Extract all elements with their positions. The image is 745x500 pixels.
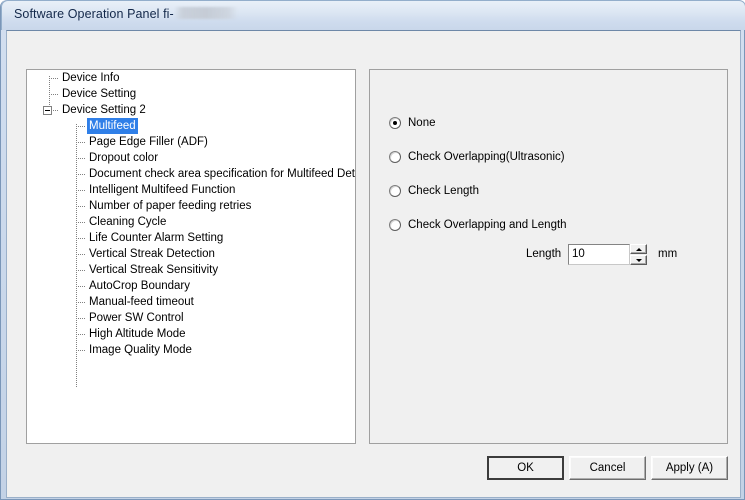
tree-item-document-check-area-specification-for-multifeed-detection[interactable]: Document check area specification for Mu… — [27, 166, 355, 182]
tree-item-label: Device Setting 2 — [62, 104, 146, 116]
tree-connector-line — [76, 238, 86, 239]
tree-connector-line — [76, 174, 86, 175]
length-unit-label: mm — [658, 248, 678, 260]
tree-connector-line — [76, 254, 86, 255]
radio-button-icon[interactable] — [389, 185, 401, 197]
tree-connector-line — [76, 334, 86, 335]
tree-item-vertical-streak-detection[interactable]: Vertical Streak Detection — [27, 246, 355, 262]
radio-button-icon[interactable] — [389, 151, 401, 163]
application-window: Software Operation Panel fi- Device Info… — [0, 0, 745, 500]
tree-connector-line — [49, 78, 59, 79]
tree-item-label: Page Edge Filler (ADF) — [89, 136, 208, 148]
tree-collapse-icon[interactable] — [43, 106, 52, 115]
chevron-up-icon — [636, 248, 642, 251]
length-decrement-button[interactable] — [630, 255, 647, 265]
tree-item-label: Life Counter Alarm Setting — [89, 232, 224, 244]
tree-connector-line — [76, 142, 86, 143]
chevron-down-icon — [636, 259, 642, 262]
radio-option-label: Check Length — [408, 185, 479, 197]
tree-item-label: Document check area specification for Mu… — [89, 168, 356, 180]
tree-item-manual-feed-timeout[interactable]: Manual-feed timeout — [27, 294, 355, 310]
tree-item-high-altitude-mode[interactable]: High Altitude Mode — [27, 326, 355, 342]
tree-item-power-sw-control[interactable]: Power SW Control — [27, 310, 355, 326]
tree-item-label: High Altitude Mode — [89, 328, 186, 340]
tree-item-cleaning-cycle[interactable]: Cleaning Cycle — [27, 214, 355, 230]
tree-item-vertical-streak-sensitivity[interactable]: Vertical Streak Sensitivity — [27, 262, 355, 278]
tree-connector-line — [76, 350, 86, 351]
length-increment-button[interactable] — [630, 244, 647, 254]
tree-item-label: AutoCrop Boundary — [89, 280, 191, 292]
tree-item-device-setting[interactable]: Device Setting — [27, 86, 355, 102]
tree-item-label: Manual-feed timeout — [89, 296, 194, 308]
tree-connector-line — [76, 190, 86, 191]
tree-connector-line — [76, 206, 86, 207]
window-title-text: Software Operation Panel fi- — [14, 7, 174, 21]
tree-connector-line — [76, 286, 86, 287]
tree-node-list: Device Info Device Setting Device Setting … — [27, 70, 355, 388]
tree-connector-line — [76, 270, 86, 271]
tree-item-label: Multifeed — [87, 118, 138, 134]
radio-option-label: Check Overlapping(Ultrasonic) — [408, 151, 565, 163]
tree-item-label: Vertical Streak Sensitivity — [89, 264, 219, 276]
tree-item-label: Intelligent Multifeed Function — [89, 184, 236, 196]
title-bar: Software Operation Panel fi- — [1, 0, 745, 30]
length-label: Length — [526, 248, 562, 260]
tree-item-label: Vertical Streak Detection — [89, 248, 215, 260]
cancel-button[interactable]: Cancel — [569, 456, 646, 480]
radio-button-icon[interactable] — [389, 117, 401, 129]
tree-item-label: Number of paper feeding retries — [89, 200, 252, 212]
radio-option-label: None — [408, 117, 436, 129]
tree-item-label: Power SW Control — [89, 312, 184, 324]
tree-item-device-info[interactable]: Device Info — [27, 70, 355, 86]
tree-item-life-counter-alarm-setting[interactable]: Life Counter Alarm Setting — [27, 230, 355, 246]
length-stepper[interactable] — [630, 244, 647, 265]
tree-connector-line — [76, 318, 86, 319]
tree-item-label: Cleaning Cycle — [89, 216, 167, 228]
tree-item-page-edge-filler-adf[interactable]: Page Edge Filler (ADF) — [27, 134, 355, 150]
tree-item-label: Device Info — [62, 72, 120, 84]
tree-item-autocrop-boundary[interactable]: AutoCrop Boundary — [27, 278, 355, 294]
apply-button[interactable]: Apply (A) — [651, 456, 728, 480]
tree-item-intelligent-multifeed-function[interactable]: Intelligent Multifeed Function — [27, 182, 355, 198]
tree-item-label: Image Quality Mode — [89, 344, 192, 356]
window-title: Software Operation Panel fi- — [14, 7, 237, 21]
tree-connector-line — [76, 222, 86, 223]
radio-option-label: Check Overlapping and Length — [408, 219, 567, 231]
radio-button-icon[interactable] — [389, 219, 401, 231]
model-number-redaction — [174, 7, 237, 19]
length-value: 10 — [572, 248, 585, 260]
tree-item-multifeed[interactable]: Multifeed — [27, 118, 355, 134]
tree-item-number-of-paper-feeding-retries[interactable]: Number of paper feeding retries — [27, 198, 355, 214]
tree-connector-line — [76, 126, 86, 127]
tree-item-label: Dropout color — [89, 152, 159, 164]
tree-connector-line — [49, 94, 59, 95]
multifeed-settings-panel: Length 10 mm None Check Overlapping(Ultra… — [369, 69, 728, 444]
length-input[interactable]: 10 — [568, 244, 630, 265]
tree-item-label: Device Setting — [62, 88, 137, 100]
tree-item-dropout-color[interactable]: Dropout color — [27, 150, 355, 166]
tree-connector-line — [76, 158, 86, 159]
settings-tree[interactable]: Device Info Device Setting Device Setting … — [26, 69, 356, 444]
ok-button[interactable]: OK — [487, 456, 564, 480]
tree-item-image-quality-mode[interactable]: Image Quality Mode — [27, 342, 355, 358]
dialog-client-area: Device Info Device Setting Device Setting … — [6, 30, 741, 498]
tree-connector-line — [76, 302, 86, 303]
tree-item-device-setting-2[interactable]: Device Setting 2 — [27, 102, 355, 118]
